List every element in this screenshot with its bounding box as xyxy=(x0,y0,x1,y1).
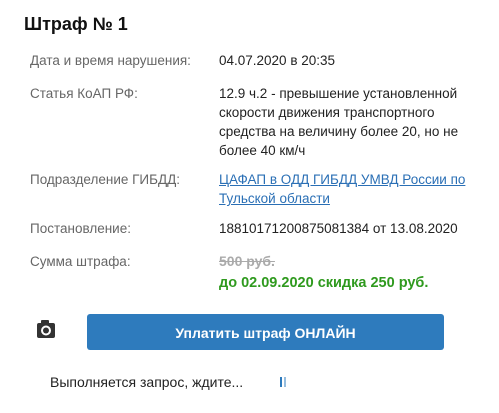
amount-value: 500 руб. до 02.09.2020 скидка 250 руб. xyxy=(219,252,481,293)
article-label: Статья КоАП РФ: xyxy=(30,86,138,101)
department-value: ЦАФАП в ОДД ГИБДД УМВД России по Тульско… xyxy=(219,170,481,208)
violation-date-value: 04.07.2020 в 20:35 xyxy=(219,53,336,68)
fine-title: Штраф № 1 xyxy=(24,14,128,34)
loading-spinner-icon xyxy=(279,376,289,388)
resolution-value: 18810171200875081384 от 13.08.2020 xyxy=(219,221,458,236)
department-link[interactable]: ЦАФАП в ОДД ГИБДД УМВД России по Тульско… xyxy=(219,172,465,206)
violation-date-label: Дата и время нарушения: xyxy=(30,53,191,68)
amount-label: Сумма штрафа: xyxy=(30,254,131,269)
status-message: Выполняется запрос, ждите... xyxy=(50,374,244,390)
camera-icon[interactable] xyxy=(35,318,57,340)
resolution-label: Постановление: xyxy=(30,221,131,236)
department-label: Подразделение ГИБДД: xyxy=(30,172,181,187)
old-amount: 500 руб. xyxy=(219,253,275,269)
discount-amount: до 02.09.2020 скидка 250 руб. xyxy=(219,275,429,291)
article-value: 12.9 ч.2 - превышение установленной скор… xyxy=(219,86,459,158)
pay-fine-online-button[interactable]: Уплатить штраф ОНЛАЙН xyxy=(87,314,444,350)
